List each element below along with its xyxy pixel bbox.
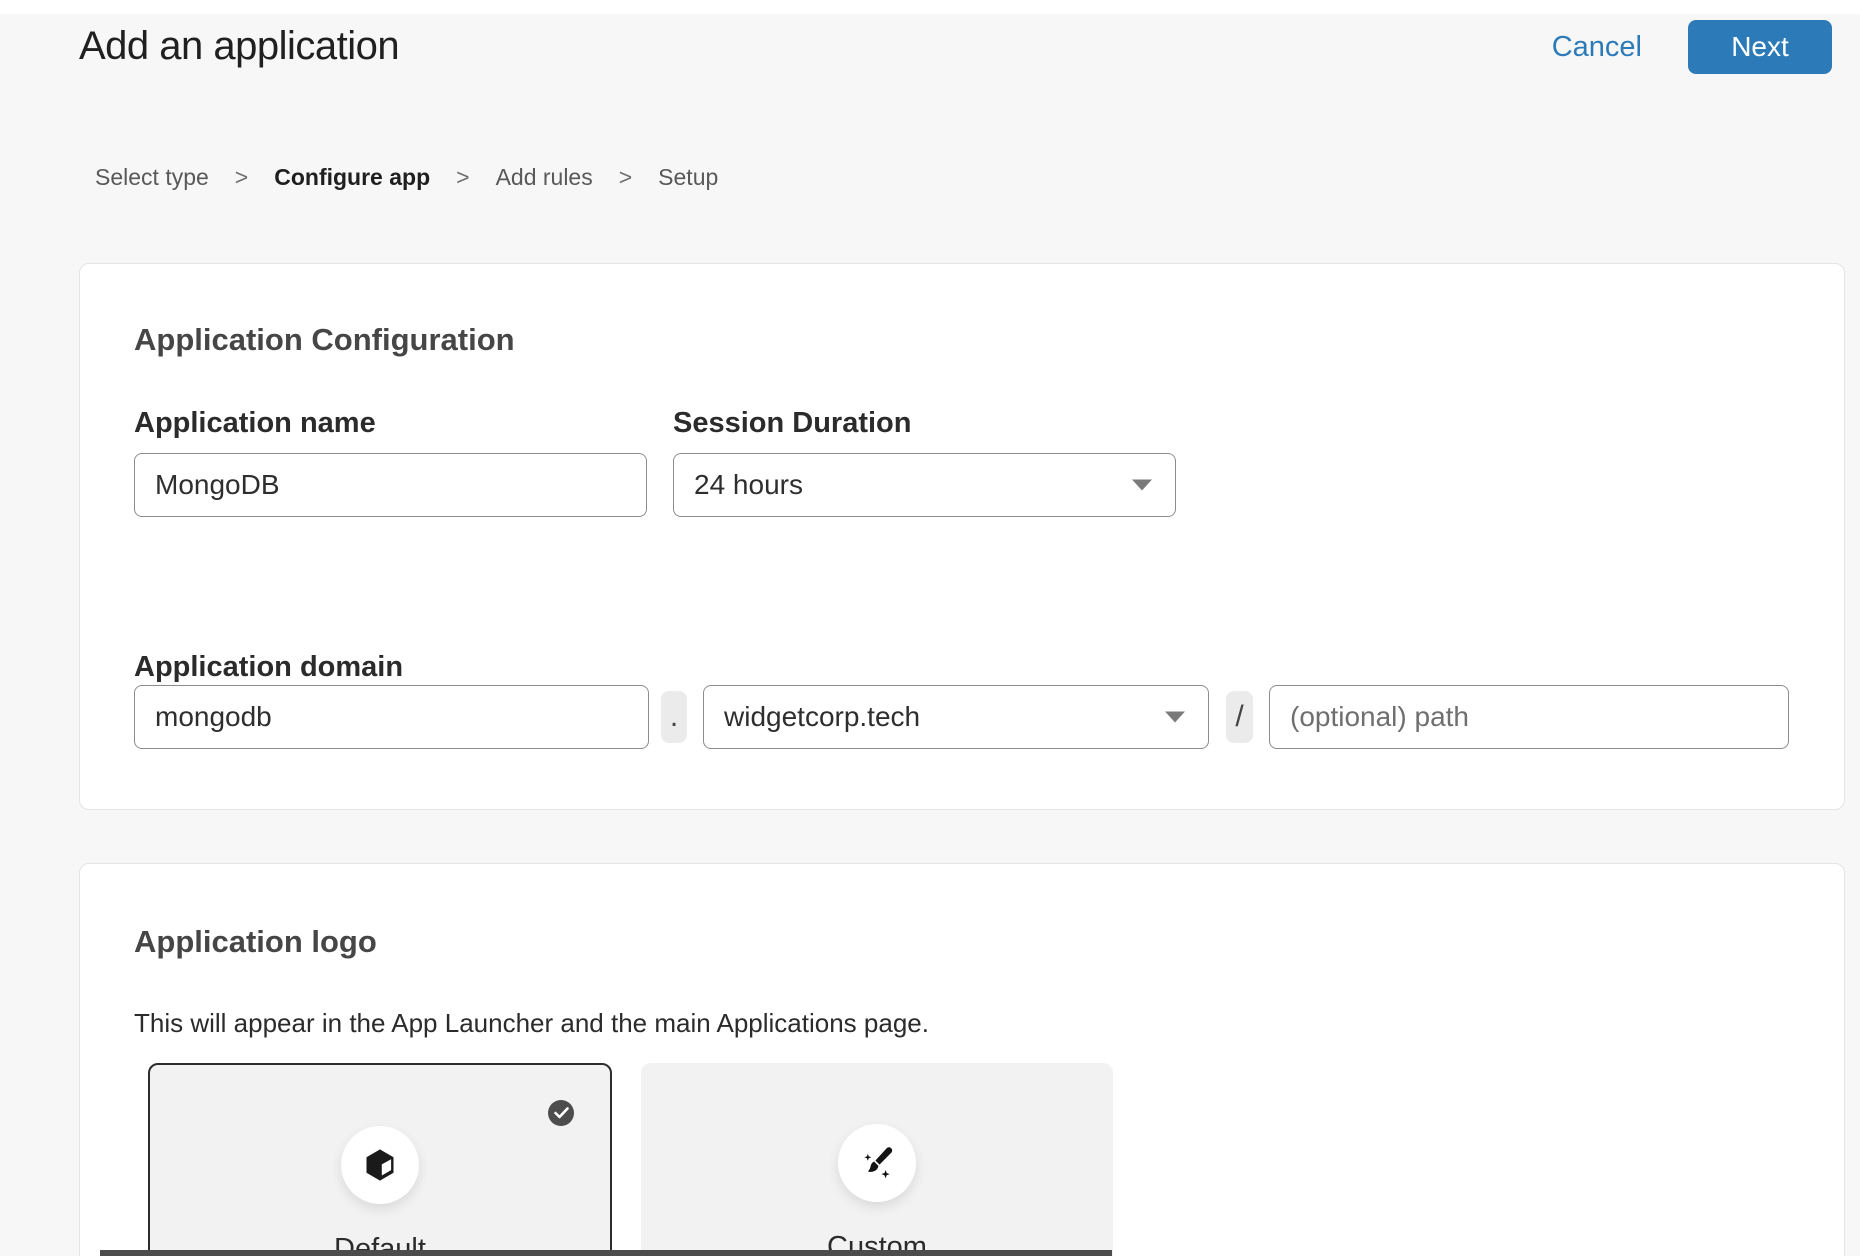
- cube-icon: [362, 1147, 398, 1183]
- page-title: Add an application: [79, 24, 399, 69]
- logo-option-default[interactable]: Default: [148, 1063, 612, 1256]
- logo-card-heading: Application logo: [134, 924, 377, 960]
- application-name-input[interactable]: [134, 453, 647, 517]
- logo-option-custom[interactable]: Custom: [641, 1063, 1113, 1256]
- breadcrumb: Select type > Configure app > Add rules …: [95, 164, 718, 191]
- chevron-down-icon: [1164, 711, 1186, 724]
- application-configuration-card: Application Configuration Application na…: [79, 263, 1845, 810]
- breadcrumb-configure-app[interactable]: Configure app: [274, 164, 430, 191]
- application-domain-label: Application domain: [134, 651, 403, 684]
- breadcrumb-separator: >: [619, 164, 632, 191]
- application-logo-card: Application logo This will appear in the…: [79, 863, 1845, 1256]
- path-input[interactable]: [1269, 685, 1789, 749]
- session-duration-value: 24 hours: [694, 469, 803, 501]
- header-actions: Cancel Next: [1552, 20, 1832, 74]
- cancel-button[interactable]: Cancel: [1552, 31, 1642, 64]
- custom-logo-circle: [838, 1124, 916, 1202]
- domain-dot-separator: .: [661, 691, 687, 743]
- config-card-heading: Application Configuration: [134, 322, 515, 358]
- session-duration-select[interactable]: 24 hours: [673, 453, 1176, 517]
- bottom-edge-bar: [100, 1250, 1112, 1256]
- session-duration-label: Session Duration: [673, 407, 912, 440]
- breadcrumb-setup[interactable]: Setup: [658, 164, 718, 191]
- breadcrumb-add-rules[interactable]: Add rules: [496, 164, 593, 191]
- top-white-strip: [0, 0, 1860, 14]
- domain-slash-separator: /: [1226, 691, 1253, 743]
- application-name-label: Application name: [134, 407, 376, 440]
- breadcrumb-separator: >: [235, 164, 248, 191]
- logo-card-description: This will appear in the App Launcher and…: [134, 1008, 929, 1039]
- selected-check-icon: [548, 1100, 574, 1126]
- chevron-down-icon: [1131, 479, 1153, 492]
- breadcrumb-separator: >: [456, 164, 469, 191]
- default-logo-circle: [341, 1126, 419, 1204]
- next-button[interactable]: Next: [1688, 20, 1832, 74]
- domain-select[interactable]: widgetcorp.tech: [703, 685, 1209, 749]
- breadcrumb-select-type[interactable]: Select type: [95, 164, 209, 191]
- application-subdomain-input[interactable]: [134, 685, 649, 749]
- paintbrush-icon: [858, 1144, 896, 1182]
- domain-select-value: widgetcorp.tech: [724, 701, 920, 733]
